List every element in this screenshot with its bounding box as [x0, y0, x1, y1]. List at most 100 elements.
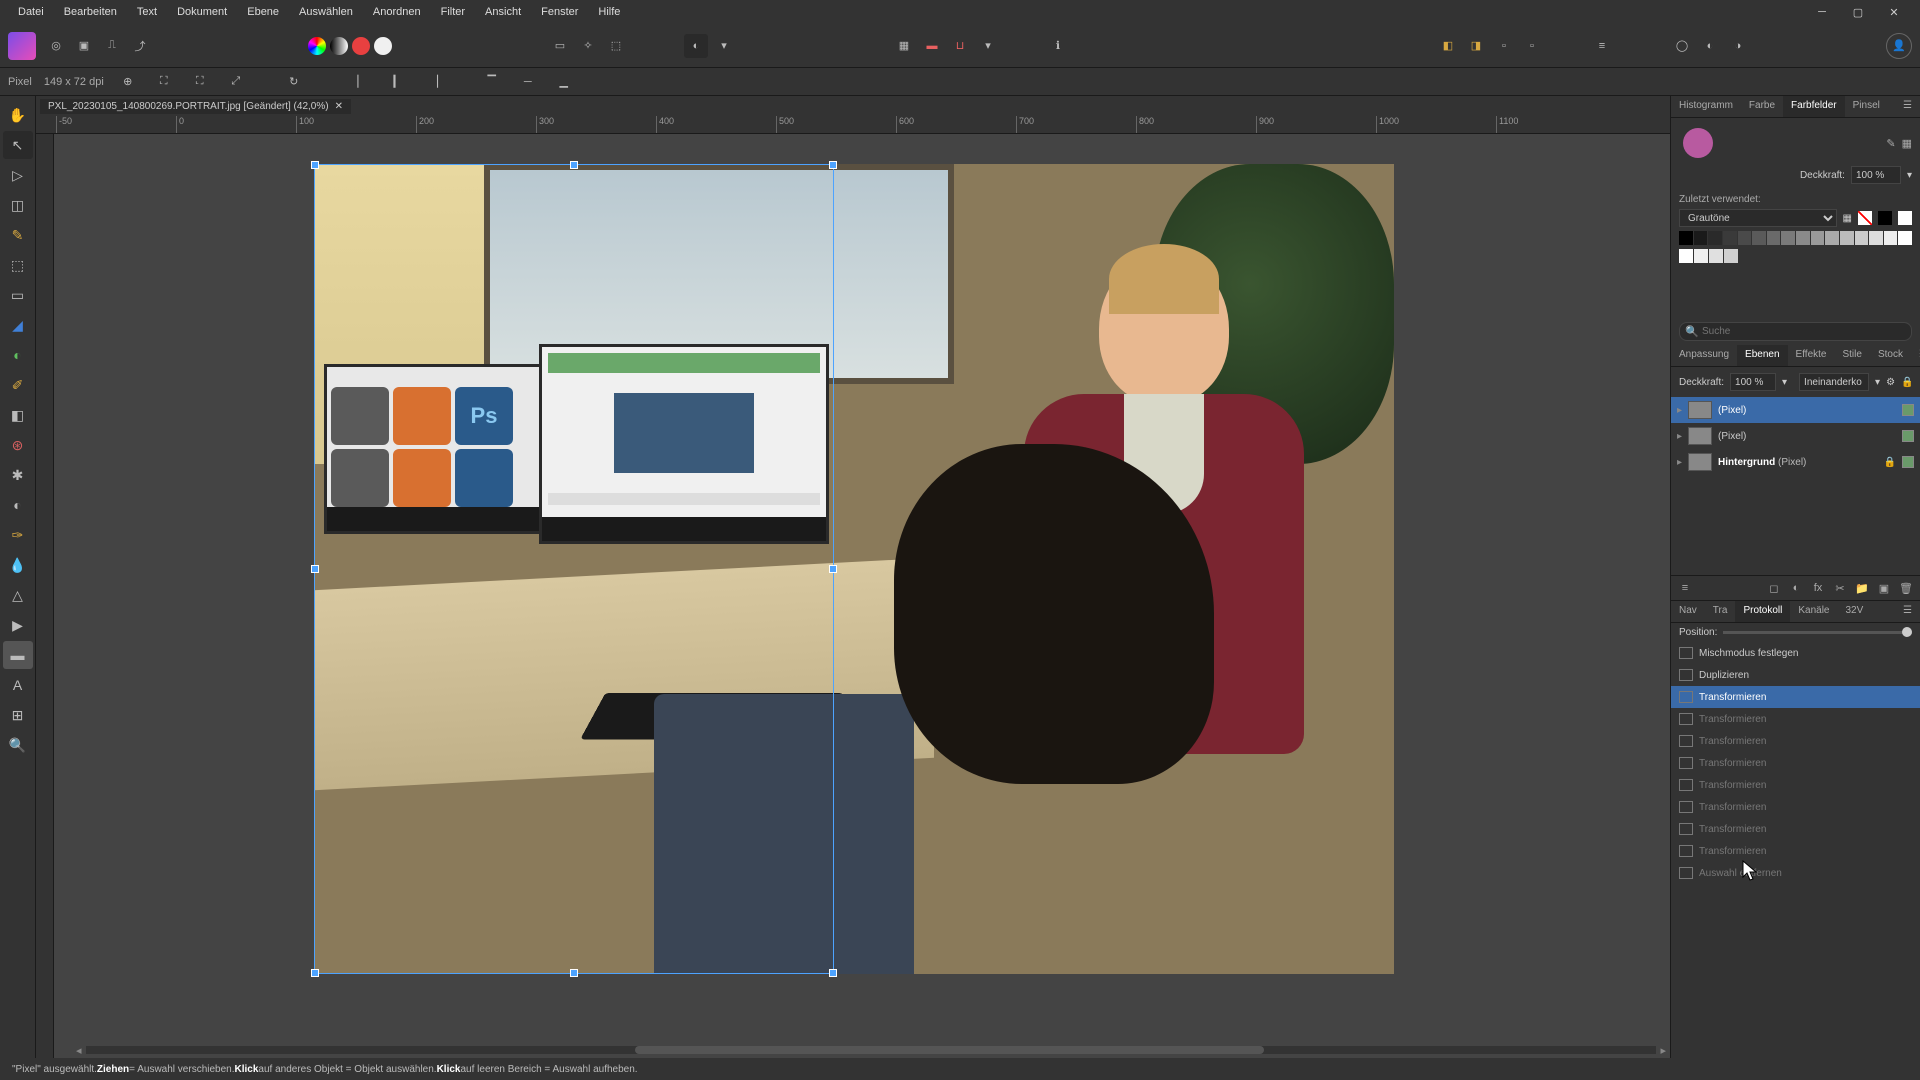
zoom-tool[interactable]: 🔍 — [3, 731, 33, 759]
lock-icon[interactable]: 🔒 — [1884, 457, 1896, 468]
crop-tool[interactable]: ◫ — [3, 191, 33, 219]
swatch[interactable] — [1679, 249, 1693, 263]
boolean-add-icon[interactable]: ◯ — [1670, 34, 1694, 58]
dropdown-icon[interactable]: ▾ — [976, 34, 1000, 58]
swatch[interactable] — [1840, 231, 1854, 245]
swatch[interactable] — [1709, 249, 1723, 263]
marquee-tool[interactable]: ▭ — [3, 281, 33, 309]
tab-stock[interactable]: Stock — [1870, 345, 1911, 366]
quick-mask-icon[interactable]: ◐ — [684, 34, 708, 58]
grayscale-icon[interactable] — [330, 37, 348, 55]
tab-protokoll[interactable]: Protokoll — [1735, 601, 1790, 622]
history-row[interactable]: Mischmodus festlegen — [1671, 642, 1920, 664]
swatch[interactable] — [1796, 231, 1810, 245]
close-tab-icon[interactable]: ✕ — [335, 101, 343, 112]
flood-tool[interactable]: ◢ — [3, 311, 33, 339]
tab-farbe[interactable]: Farbe — [1741, 96, 1783, 117]
hand-tool[interactable]: ✋ — [3, 101, 33, 129]
swatch[interactable] — [1869, 231, 1883, 245]
layer-op4-icon[interactable]: ▫ — [1520, 34, 1544, 58]
history-row[interactable]: Auswahl entfernen — [1671, 862, 1920, 884]
swatch[interactable] — [1752, 231, 1766, 245]
tab-histogramm[interactable]: Histogramm — [1671, 96, 1741, 117]
text-tool[interactable]: A — [3, 671, 33, 699]
menu-anordnen[interactable]: Anordnen — [363, 2, 431, 22]
history-row[interactable]: Transformieren — [1671, 796, 1920, 818]
blend-mode-select[interactable] — [1799, 373, 1869, 391]
visibility-checkbox[interactable] — [1902, 430, 1914, 442]
align-left-icon[interactable]: ▏ — [350, 70, 374, 94]
move-tool[interactable]: ↖ — [3, 131, 33, 159]
persona-photo-icon[interactable]: ◎ — [44, 34, 68, 58]
history-row[interactable]: Transformieren — [1671, 708, 1920, 730]
persona-develop-icon[interactable]: ⎍ — [100, 34, 124, 58]
history-row[interactable]: Duplizieren — [1671, 664, 1920, 686]
lock-aspect-icon[interactable]: ⊕ — [116, 70, 140, 94]
delete-layer-icon[interactable]: 🗑 — [1898, 580, 1914, 596]
blur-tool[interactable]: 💧 — [3, 551, 33, 579]
lock-icon[interactable]: 🔒 — [1901, 377, 1913, 388]
folder-icon[interactable]: 📁 — [1854, 580, 1870, 596]
persona-liquify-icon[interactable]: ▣ — [72, 34, 96, 58]
clone-tool[interactable]: ⊛ — [3, 431, 33, 459]
brush-tool[interactable]: ✎ — [3, 221, 33, 249]
shape-tool[interactable]: ▬ — [3, 641, 33, 669]
layer-add-icon[interactable]: ◧ — [1436, 34, 1460, 58]
menu-bearbeiten[interactable]: Bearbeiten — [54, 2, 127, 22]
swatch[interactable] — [1767, 231, 1781, 245]
crop-icon[interactable]: ⛶ — [188, 70, 212, 94]
maximize-button[interactable]: ▢ — [1844, 3, 1872, 21]
palette-opts-icon[interactable]: ▦ — [1843, 213, 1852, 224]
sharpen-tool[interactable]: △ — [3, 581, 33, 609]
menu-dokument[interactable]: Dokument — [167, 2, 237, 22]
tab-effekte[interactable]: Effekte — [1788, 345, 1835, 366]
dropdown-icon[interactable]: ▾ — [1875, 377, 1880, 388]
tab-32v[interactable]: 32V — [1837, 601, 1871, 622]
menu-ansicht[interactable]: Ansicht — [475, 2, 531, 22]
add-layer-icon[interactable]: ▣ — [1876, 580, 1892, 596]
gear-icon[interactable]: ⚙ — [1886, 377, 1895, 388]
selection-brush-tool[interactable]: ⬚ — [3, 251, 33, 279]
node-tool[interactable]: ▷ — [3, 161, 33, 189]
menu-ebene[interactable]: Ebene — [237, 2, 289, 22]
selection-free-icon[interactable]: ✧ — [576, 34, 600, 58]
opacity-input[interactable] — [1851, 166, 1901, 184]
swatch[interactable] — [1884, 231, 1898, 245]
swatch[interactable] — [1811, 231, 1825, 245]
align-center-icon[interactable]: ▎ — [386, 70, 410, 94]
heal-tool[interactable]: ✱ — [3, 461, 33, 489]
swatch[interactable] — [1694, 231, 1708, 245]
visibility-checkbox[interactable] — [1902, 456, 1914, 468]
color-white-icon[interactable] — [374, 37, 392, 55]
menu-hilfe[interactable]: Hilfe — [588, 2, 630, 22]
history-row[interactable]: Transformieren — [1671, 840, 1920, 862]
dodge-tool[interactable]: ◐ — [3, 491, 33, 519]
transform-icon[interactable]: ⛶ — [152, 70, 176, 94]
erase-tool[interactable]: ◧ — [3, 401, 33, 429]
expand-icon[interactable]: ▸ — [1677, 431, 1682, 442]
eyedropper-icon[interactable]: ✎ — [1886, 137, 1895, 150]
rotate-icon[interactable]: ↻ — [282, 70, 306, 94]
expand-icon[interactable]: ▸ — [1677, 405, 1682, 416]
crop-layer-icon[interactable]: ✂ — [1832, 580, 1848, 596]
snap-icon[interactable]: ▬ — [920, 34, 944, 58]
color-wheel-icon[interactable] — [308, 37, 326, 55]
dropdown-icon[interactable]: ▾ — [1782, 377, 1787, 388]
pen-tool[interactable]: ✑ — [3, 521, 33, 549]
tab-anpassung[interactable]: Anpassung — [1671, 345, 1737, 366]
menu-text[interactable]: Text — [127, 2, 167, 22]
swatch[interactable] — [1738, 231, 1752, 245]
align-top-icon[interactable]: ▔ — [480, 70, 504, 94]
layer-opacity-input[interactable] — [1730, 373, 1776, 391]
align-icon[interactable]: ≡ — [1590, 34, 1614, 58]
magnet-icon[interactable]: ⊔ — [948, 34, 972, 58]
align-right-icon[interactable]: ▕ — [422, 70, 446, 94]
visibility-checkbox[interactable] — [1902, 404, 1914, 416]
viewport[interactable]: Ps — [54, 134, 1670, 1058]
palette-none-icon[interactable] — [1858, 211, 1872, 225]
swatch[interactable] — [1898, 231, 1912, 245]
resize-icon[interactable]: ⤢ — [224, 70, 248, 94]
swatch[interactable] — [1708, 231, 1722, 245]
swatch[interactable] — [1723, 231, 1737, 245]
history-slider[interactable] — [1723, 631, 1912, 634]
